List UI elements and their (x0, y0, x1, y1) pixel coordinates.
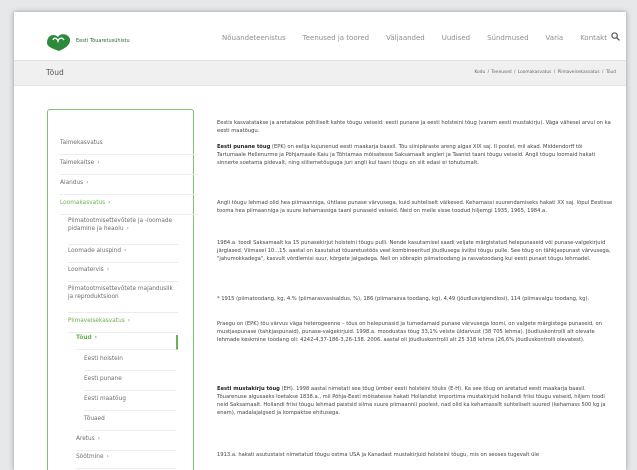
sidebar-item-label: Tõud (76, 335, 92, 341)
paragraph-eesti-punane: Eesti punane tõug (EPK) on eelija kujune… (217, 143, 613, 167)
sidebar-item-label: Loomatervis (68, 267, 104, 273)
nav-item-valjaanded[interactable]: Väljaanded (386, 34, 425, 42)
chevron-right-icon: › (106, 454, 109, 460)
breadcrumb-item-animal-farming[interactable]: Loomakasvatus (518, 70, 552, 75)
chevron-right-icon: › (97, 160, 100, 166)
breadcrumb-separator: / (602, 70, 604, 75)
chevron-right-icon: › (127, 318, 131, 324)
sidebar-item-label: Söötmine (76, 454, 104, 460)
nav-item-sundmused[interactable]: Sündmused (487, 34, 528, 42)
sidebar-item-label: Taimekasvatus (60, 140, 103, 146)
sidebar-item-loomatervis[interactable]: Loomatervis › (68, 267, 178, 282)
chevron-right-icon: › (126, 225, 129, 232)
breadcrumb-separator: / (514, 70, 516, 75)
sidebar-item-piimaveisekasvatus[interactable]: Piimaveisekasvatus › (68, 318, 178, 333)
sidebar-item-loomakasvatus[interactable]: Loomakasvatus › (60, 200, 198, 215)
breadcrumb-separator: / (553, 70, 556, 75)
sidebar-item-label: Loomade aluspind (68, 248, 122, 254)
sidebar-item-touaed[interactable]: Tõuaed (84, 416, 176, 431)
chevron-right-icon: › (94, 335, 98, 341)
sidebar-item-label: Tõuaed (84, 416, 105, 422)
sidebar-item-label: Piimaveisekasvatus (68, 318, 125, 324)
logo-icon[interactable] (44, 29, 74, 53)
sidebar-item-label: Aiandus (60, 180, 84, 186)
title-band: Tõud Kodu / Teenused / Loomakasvatus / P… (14, 60, 626, 86)
page: Eesti Tõuaretusühistu Nõuandeteenistus T… (14, 12, 626, 470)
paragraph-text: (EPK) on eelija kujunenud eesti maakarja… (217, 144, 596, 167)
breadcrumb-item-current: Tõud (605, 70, 616, 75)
chevron-right-icon: › (86, 180, 89, 186)
sidebar-item-sootmine[interactable]: Söötmine › (76, 454, 176, 469)
sidebar-item-label: Eesti maatõug (84, 396, 126, 402)
sidebar-item-taimekaitse[interactable]: Taimekaitse › (60, 160, 198, 175)
brand-name[interactable]: Eesti Tõuaretusühistu (76, 38, 130, 44)
paragraph-angli: Angli tõugu lehmad olid hea piimaanniga,… (217, 200, 613, 215)
sidebar-item-label: Eesti holstein (84, 356, 123, 362)
sidebar-item-toud[interactable]: Tõud › (76, 335, 178, 350)
sidebar-item-label: Loomakasvatus (60, 200, 106, 206)
nav-item-uudised[interactable]: Uudised (442, 34, 470, 42)
paragraph-intro: Eestis kasvatatakse ja aretatakse põhili… (217, 120, 611, 135)
nav-item-noustamine[interactable]: Nõuandeteenistus (222, 34, 286, 42)
breadcrumb-item-services[interactable]: Teenused (491, 70, 511, 75)
chevron-right-icon: › (124, 248, 127, 254)
sidebar-item-label: Eesti punane (84, 376, 122, 382)
paragraph-eesti-mustakirju: Eesti mustakirju tõug (EH). 1998 aastal … (217, 385, 613, 417)
paragraph-heading: Eesti mustakirju tõug (217, 386, 280, 392)
page-title: Tõud (46, 68, 64, 77)
sidebar-item-eesti-maatoug[interactable]: Eesti maatõug (84, 396, 176, 411)
nav-item-kontakt[interactable]: Kontakt (580, 34, 607, 42)
chevron-right-icon: › (106, 267, 110, 273)
chevron-right-icon: › (97, 436, 101, 442)
sidebar-item-loomade-aluspind[interactable]: Loomade aluspind › (68, 248, 178, 263)
paragraph-praegu: Praegu on (EPK) tõu värvus väga heteroge… (217, 321, 602, 344)
sidebar-item-aretus[interactable]: Aretus › (76, 436, 176, 451)
sidebar-nav: Taimekasvatus Taimekaitse › Aiandus › Loom… (47, 109, 198, 470)
site-header: Eesti Tõuaretusühistu Nõuandeteenistus T… (14, 12, 626, 60)
sidebar-item-label: Taimekaitse (60, 160, 95, 166)
sidebar-item-label: Piimatootmisettevõtete majanduslik ja re… (68, 286, 173, 300)
sidebar-item-eesti-holstein[interactable]: Eesti holstein (84, 356, 176, 371)
search-icon[interactable] (611, 32, 620, 41)
sidebar-item-taimekasvatus[interactable]: Taimekasvatus (60, 140, 198, 155)
chevron-right-icon: › (108, 200, 111, 206)
breadcrumb-item-dairy-farming[interactable]: Piimaveisekasvatus (558, 70, 600, 75)
paragraph-stats: * 1915 (piimatoodang, kg, 4.% (piimarasv… (217, 296, 590, 302)
main-nav: Nõuandeteenistus Teenused ja toored Välj… (222, 34, 624, 42)
sidebar-item-label: Aretus (76, 436, 95, 442)
nav-item-varia[interactable]: Varia (546, 34, 564, 42)
breadcrumb-item-home[interactable]: Kodu (475, 70, 486, 75)
sidebar-item-piimatootmisettevotete-pidamine[interactable]: Piimatootmisettevõtete ja -loomade pidam… (68, 218, 178, 245)
breadcrumb-separator: / (487, 70, 490, 75)
sidebar-item-piimatootmisettevotete-majanduslik[interactable]: Piimatootmisettevõtete majanduslik ja re… (68, 286, 178, 313)
sidebar-item-eesti-punane[interactable]: Eesti punane (84, 376, 176, 391)
sidebar-item-aiandus[interactable]: Aiandus › (60, 180, 198, 195)
paragraph-1984: 1984.a. toodi Saksamaalt ka 15 punasekir… (217, 240, 611, 263)
nav-item-teenused[interactable]: Teenused ja toored (303, 34, 369, 42)
paragraph-1913: 1913.a. hakati asutustaist nimetatud tõu… (217, 452, 540, 458)
paragraph-heading: Eesti punane tõug (217, 144, 271, 150)
breadcrumb: Kodu / Teenused / Loomakasvatus / Piimav… (474, 70, 617, 75)
sidebar-item-label: Piimatootmisettevõtete ja -loomade pidam… (68, 218, 173, 232)
